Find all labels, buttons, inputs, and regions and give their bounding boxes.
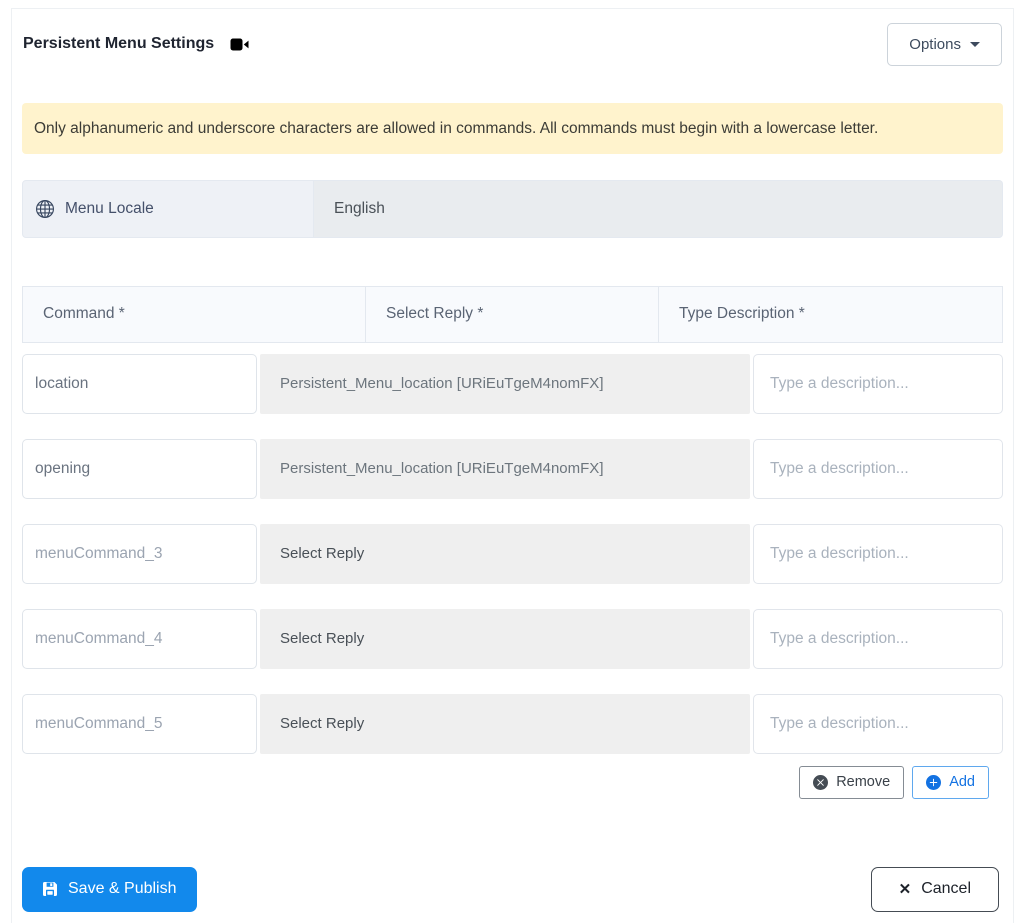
description-input[interactable] — [753, 523, 1003, 584]
panel-footer: Save & Publish ✕ Cancel — [22, 866, 1003, 912]
panel-header: Persistent Menu Settings Options — [22, 21, 1003, 67]
options-button-label: Options — [909, 35, 961, 53]
reply-select[interactable]: Persistent_Menu_location [URiEuTgeM4nomF… — [260, 353, 750, 414]
options-button[interactable]: Options — [887, 22, 1002, 66]
command-input[interactable] — [22, 523, 257, 584]
menu-locale-value-text: English — [334, 199, 385, 217]
menu-locale-group: Menu Locale English — [22, 179, 1003, 238]
column-header-select-reply: Select Reply * — [365, 286, 658, 342]
save-publish-button-label: Save & Publish — [68, 880, 177, 898]
reply-select[interactable]: Persistent_Menu_location [URiEuTgeM4nomF… — [260, 438, 750, 499]
menu-locale-label-text: Menu Locale — [65, 199, 154, 217]
row-actions: Remove Add — [22, 765, 1003, 799]
warning-alert: Only alphanumeric and underscore charact… — [22, 103, 1003, 154]
add-button-label: Add — [949, 774, 975, 791]
table-row: Persistent_Menu_location [URiEuTgeM4nomF… — [22, 438, 1003, 499]
remove-button-label: Remove — [836, 774, 891, 791]
column-header-command: Command * — [43, 305, 125, 323]
x-circle-icon — [813, 774, 829, 790]
command-input[interactable] — [22, 693, 257, 754]
x-icon: ✕ — [898, 881, 912, 899]
table-row: Select Reply — [22, 693, 1003, 754]
command-input[interactable] — [22, 353, 257, 414]
page-title: Persistent Menu Settings — [23, 35, 215, 52]
video-camera-icon — [230, 38, 249, 50]
persistent-menu-settings-panel: Persistent Menu Settings Options Only al… — [11, 8, 1014, 923]
column-header-type-description: Type Description * — [658, 286, 1002, 342]
reply-select[interactable]: Select Reply — [260, 608, 750, 669]
menu-locale-label: Menu Locale — [22, 179, 314, 238]
menu-locale-value[interactable]: English — [314, 179, 1003, 238]
warning-alert-text: Only alphanumeric and underscore charact… — [34, 120, 879, 137]
globe-icon — [36, 199, 54, 218]
description-input[interactable] — [753, 438, 1003, 499]
command-input[interactable] — [22, 438, 257, 499]
save-icon — [43, 882, 57, 897]
table-row: Select Reply — [22, 523, 1003, 584]
table-row: Select Reply — [22, 608, 1003, 669]
chevron-down-icon — [970, 41, 980, 47]
table-row: Persistent_Menu_location [URiEuTgeM4nomF… — [22, 353, 1003, 414]
reply-select[interactable]: Select Reply — [260, 523, 750, 584]
cancel-button[interactable]: ✕ Cancel — [870, 866, 999, 912]
table-header: Command * Select Reply * Type Descriptio… — [22, 285, 1003, 343]
cancel-button-label: Cancel — [921, 880, 971, 898]
command-input[interactable] — [22, 608, 257, 669]
add-button[interactable]: Add — [912, 765, 989, 799]
reply-select[interactable]: Select Reply — [260, 693, 750, 754]
plus-circle-icon — [926, 774, 942, 790]
remove-button[interactable]: Remove — [799, 765, 905, 799]
description-input[interactable] — [753, 353, 1003, 414]
description-input[interactable] — [753, 608, 1003, 669]
save-publish-button[interactable]: Save & Publish — [22, 866, 197, 912]
description-input[interactable] — [753, 693, 1003, 754]
